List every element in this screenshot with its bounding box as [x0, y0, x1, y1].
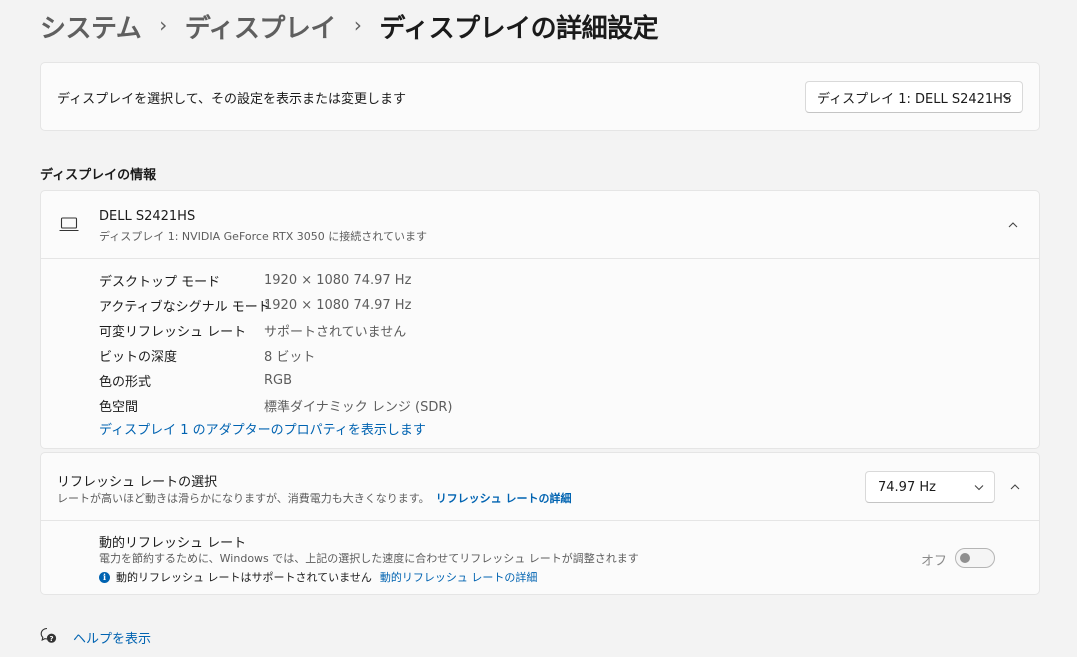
property-row: ビットの深度 8 ビット: [99, 343, 452, 368]
property-row: デスクトップ モード 1920 × 1080 74.97 Hz: [99, 268, 452, 293]
dynamic-refresh-info: i 動的リフレッシュ レートはサポートされていません 動的リフレッシュ レートの…: [99, 569, 537, 585]
chevron-down-icon: [1002, 90, 1012, 105]
monitor-icon: [59, 217, 79, 236]
adapter-properties-link[interactable]: ディスプレイ 1 のアダプターのプロパティを表示します: [99, 419, 426, 438]
property-value: RGB: [264, 373, 293, 388]
property-value: 標準ダイナミック レンジ (SDR): [264, 400, 453, 415]
property-value: 8 ビット: [264, 350, 316, 365]
property-row: 可変リフレッシュ レート サポートされていません: [99, 318, 452, 343]
help-link[interactable]: ヘルプを表示: [73, 628, 151, 647]
property-value: 1920 × 1080 74.97 Hz: [264, 298, 412, 313]
property-key: 色空間: [99, 400, 139, 415]
refresh-rate-header: リフレッシュ レートの選択 レートが高いほど動きは滑らかになりますが、消費電力も…: [41, 453, 1039, 521]
dynamic-refresh-toggle-label: オフ: [921, 554, 948, 569]
breadcrumb-item-display[interactable]: ディスプレイ: [185, 8, 337, 45]
dynamic-refresh-details-link[interactable]: 動的リフレッシュ レートの詳細: [380, 569, 538, 585]
refresh-rate-description-text: レートが高いほど動きは滑らかになりますが、消費電力も大きくなります。: [57, 492, 430, 505]
refresh-rate-dropdown[interactable]: 74.97 Hz: [865, 471, 995, 503]
toggle-knob: [960, 553, 970, 563]
display-info-header[interactable]: DELL S2421HS ディスプレイ 1: NVIDIA GeForce RT…: [41, 191, 1039, 259]
property-key: 色の形式: [99, 375, 152, 390]
property-row: 色の形式 RGB: [99, 368, 452, 393]
display-info-section-title: ディスプレイの情報: [40, 168, 157, 183]
breadcrumb: システム › ディスプレイ › ディスプレイの詳細設定: [40, 6, 659, 46]
dynamic-refresh-toggle[interactable]: [955, 548, 995, 568]
property-row: アクティブなシグナル モード 1920 × 1080 74.97 Hz: [99, 293, 452, 318]
display-dropdown[interactable]: ディスプレイ 1: DELL S2421HS: [805, 81, 1023, 113]
chevron-down-icon: [974, 480, 984, 495]
info-icon: i: [99, 571, 110, 583]
breadcrumb-item-system[interactable]: システム: [40, 8, 142, 45]
breadcrumb-separator: ›: [159, 13, 167, 37]
display-dropdown-value: ディスプレイ 1: DELL S2421HS: [817, 91, 1012, 107]
property-value: 1920 × 1080 74.97 Hz: [264, 273, 412, 288]
property-key: ビットの深度: [99, 350, 178, 365]
help-row: ? ヘルプを表示: [40, 627, 151, 648]
property-key: デスクトップ モード: [99, 275, 221, 290]
svg-text:?: ?: [49, 635, 53, 643]
monitor-connection: ディスプレイ 1: NVIDIA GeForce RTX 3050 に接続されて…: [99, 230, 427, 243]
refresh-rate-card: リフレッシュ レートの選択 レートが高いほど動きは滑らかになりますが、消費電力も…: [40, 452, 1040, 595]
property-value: サポートされていません: [264, 325, 407, 340]
property-key: アクティブなシグナル モード: [99, 300, 271, 315]
chevron-up-icon[interactable]: [1001, 213, 1025, 237]
breadcrumb-separator: ›: [353, 13, 362, 37]
page-title: ディスプレイの詳細設定: [379, 13, 659, 44]
display-properties: デスクトップ モード 1920 × 1080 74.97 Hz アクティブなシグ…: [99, 268, 452, 418]
display-info-card: DELL S2421HS ディスプレイ 1: NVIDIA GeForce RT…: [40, 190, 1040, 449]
dynamic-refresh-info-text: 動的リフレッシュ レートはサポートされていません: [116, 571, 372, 584]
dynamic-refresh-title: 動的リフレッシュ レート: [99, 536, 247, 551]
chevron-up-icon[interactable]: [1003, 475, 1027, 499]
refresh-rate-description: レートが高いほど動きは滑らかになりますが、消費電力も大きくなります。 リフレッシュ…: [57, 490, 572, 506]
refresh-rate-details-link[interactable]: リフレッシュ レートの詳細: [436, 492, 572, 505]
property-row: 色空間 標準ダイナミック レンジ (SDR): [99, 393, 452, 418]
property-key: 可変リフレッシュ レート: [99, 325, 247, 340]
dynamic-refresh-description: 電力を節約するために、Windows では、上記の選択した速度に合わせてリフレッ…: [99, 552, 639, 565]
monitor-name: DELL S2421HS: [99, 209, 196, 224]
display-select-card: ディスプレイを選択して、その設定を表示または変更します ディスプレイ 1: DE…: [40, 62, 1040, 131]
refresh-rate-value: 74.97 Hz: [878, 479, 936, 495]
refresh-rate-title: リフレッシュ レートの選択: [57, 475, 218, 490]
help-icon: ?: [40, 627, 57, 648]
display-select-label: ディスプレイを選択して、その設定を表示または変更します: [57, 92, 407, 107]
